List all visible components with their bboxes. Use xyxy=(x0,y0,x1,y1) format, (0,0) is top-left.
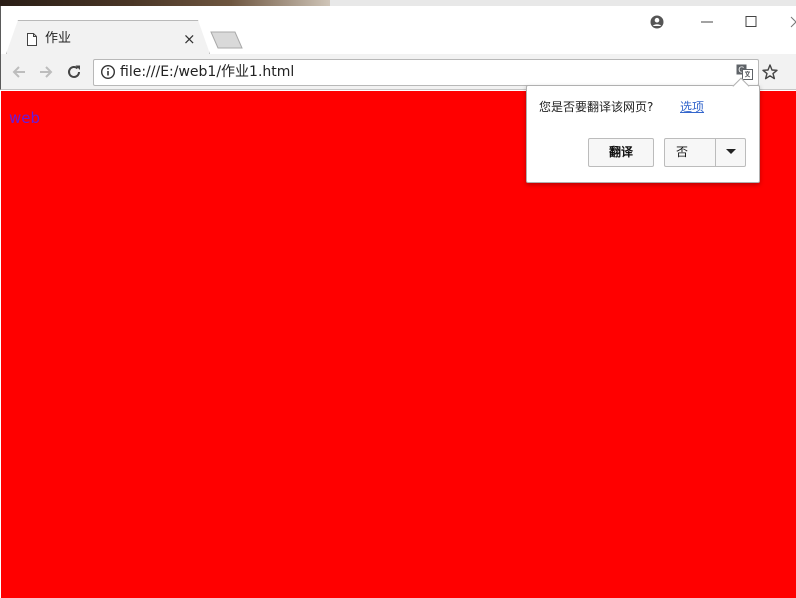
star-icon[interactable] xyxy=(761,63,779,81)
page-content-right xyxy=(760,91,796,598)
info-icon[interactable] xyxy=(100,64,116,80)
new-tab-button[interactable] xyxy=(208,31,244,49)
page-text: web xyxy=(9,109,41,127)
chevron-down-icon[interactable] xyxy=(726,149,736,154)
tab-title: 作业 xyxy=(45,31,72,46)
back-icon[interactable] xyxy=(9,62,29,82)
profile-icon[interactable] xyxy=(647,12,667,32)
forward-icon[interactable] xyxy=(36,62,56,82)
page-icon xyxy=(27,33,37,46)
browser-window: 作业 × file:///E:/web1/作业1.html G web 您是否要… xyxy=(0,0,796,598)
no-button-divider xyxy=(715,139,716,166)
translate-button[interactable]: 翻译 xyxy=(588,138,654,167)
options-link[interactable]: 选项 xyxy=(680,99,704,115)
url-text[interactable]: file:///E:/web1/作业1.html xyxy=(120,63,294,81)
translate-question: 您是否要翻译该网页? xyxy=(539,100,654,114)
translate-icon[interactable]: G xyxy=(736,64,753,80)
no-button-label: 否 xyxy=(676,145,689,159)
maximize-icon[interactable] xyxy=(741,12,761,32)
reload-icon[interactable] xyxy=(64,62,84,82)
close-window-icon[interactable] xyxy=(786,12,796,32)
tab-active-fill xyxy=(7,21,209,54)
close-tab-icon[interactable]: × xyxy=(183,30,196,48)
minimize-icon[interactable] xyxy=(697,12,717,32)
